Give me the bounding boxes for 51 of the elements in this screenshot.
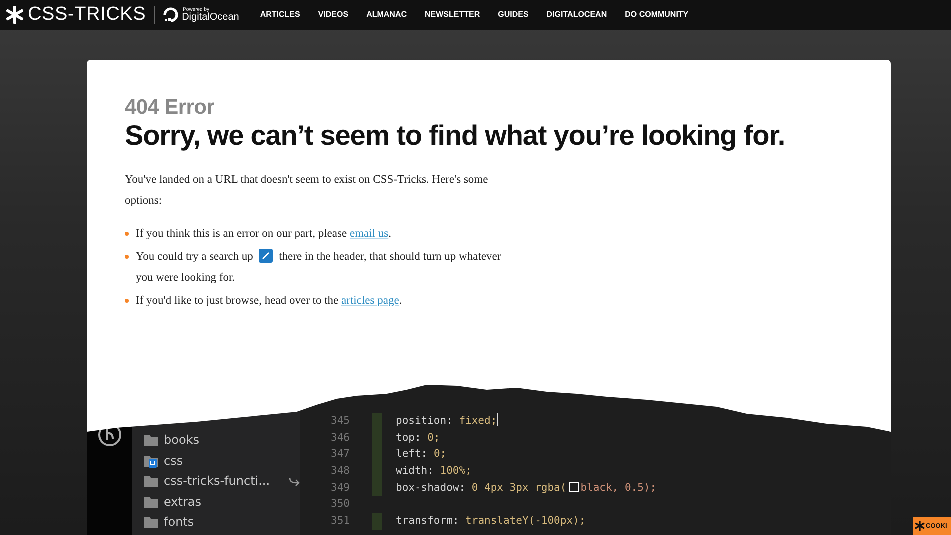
text-link[interactable]: email us <box>350 228 389 240</box>
nav-link[interactable]: VIDEOS <box>309 0 358 30</box>
search-icon <box>259 249 274 263</box>
error-heading: Sorry, we can’t seem to find what you’re looking for. <box>125 120 786 152</box>
folder-icon <box>144 494 158 509</box>
nav-link[interactable]: ALMANAC <box>358 0 416 30</box>
line-number: 346 <box>330 430 351 446</box>
change-bar <box>372 413 382 430</box>
bullet-icon <box>125 255 129 259</box>
line-number: 348 <box>330 464 351 480</box>
change-bar <box>372 480 382 496</box>
code-line: position: fixed; <box>396 414 498 429</box>
folder-name[interactable]: css-tricks-functi... <box>164 474 282 488</box>
folder-name[interactable]: fonts <box>164 515 282 530</box>
intro-paragraph: You've landed on a URL that doesn't seem to exist on CSS-Tricks. Here's some options: <box>125 173 490 209</box>
code-line: left: 0; <box>396 447 447 462</box>
link-arrow-icon <box>288 475 300 488</box>
folder-name[interactable]: books <box>164 433 282 448</box>
error-code: 404 Error <box>125 96 216 120</box>
nav-link[interactable]: DO COMMUNITY <box>616 0 698 30</box>
folder-icon <box>144 474 158 488</box>
option-text: If you think this is an error on our part, please email us. <box>136 227 392 242</box>
line-number: 349 <box>330 480 351 496</box>
line-number: 347 <box>330 447 351 462</box>
logo-icon <box>6 6 24 24</box>
sponsor-logo-icon <box>163 7 180 23</box>
option-text: If you'd like to just browse, head over to the articles page. <box>136 294 402 309</box>
folder-icon <box>144 433 158 448</box>
code-line: top: 0; <box>396 430 440 446</box>
line-number: 345 <box>330 414 351 429</box>
folder-icon <box>144 515 158 530</box>
text-link[interactable]: articles page <box>342 295 400 307</box>
folder-name[interactable]: css <box>164 454 282 468</box>
line-number: 350 <box>330 497 351 512</box>
sponsor-name[interactable]: DigitalOcean <box>182 12 240 22</box>
asterisk-icon <box>915 521 925 531</box>
nav-link[interactable]: ARTICLES <box>251 0 310 30</box>
nav-link[interactable]: NEWSLETTER <box>416 0 490 30</box>
code-line: box-shadow: 0 4px 3px rgba( black, 0.5); <box>396 480 657 496</box>
line-number: 351 <box>330 514 351 530</box>
option-text: You could try a search up there in the header, that should turn up whatever you were looking for. <box>136 248 502 286</box>
nav-link[interactable]: DIGITALOCEAN <box>538 0 616 30</box>
bullet-icon <box>125 299 129 303</box>
nav-link[interactable]: GUIDES <box>489 0 538 30</box>
bullet-icon <box>125 232 129 236</box>
code-line: width: 100%; <box>396 464 472 480</box>
change-bar <box>372 513 382 530</box>
code-line: transform: translateY(-100px); <box>396 514 586 530</box>
site-logo[interactable]: CSS-TRICKS <box>28 4 146 26</box>
folder-name[interactable]: extras <box>164 494 282 509</box>
css-folder-icon <box>144 453 158 468</box>
